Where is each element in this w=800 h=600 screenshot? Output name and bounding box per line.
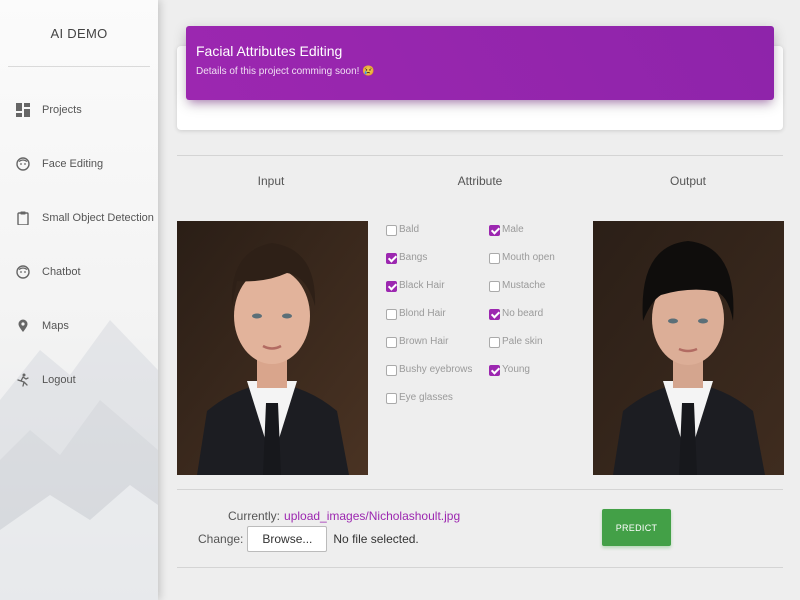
checkbox[interactable] [489, 281, 500, 292]
checkbox[interactable] [489, 225, 500, 236]
sidebar-item-label: Small Object Detection [42, 212, 154, 224]
divider [177, 489, 783, 490]
checkbox[interactable] [386, 253, 397, 264]
checkbox[interactable] [489, 365, 500, 376]
change-file-row: Change: Browse... No file selected. [198, 526, 460, 552]
sidebar-item-label: Face Editing [42, 158, 104, 170]
attribute-label: Bangs [399, 252, 428, 263]
attribute-label: Male [502, 224, 524, 235]
currently-label: Currently: [228, 509, 281, 523]
attribute-label: Young [502, 364, 530, 375]
input-column-heading: Input [257, 174, 285, 188]
checkbox[interactable] [386, 393, 397, 404]
attribute-label: Blond Hair [399, 308, 446, 319]
output-face-image [593, 221, 784, 475]
page-title: Facial Attributes Editing [196, 43, 343, 59]
attribute-list-right: Male Mouth open Mustache No beard Pale s… [489, 224, 555, 392]
attribute-label: Mustache [502, 280, 546, 291]
face-icon [16, 156, 30, 172]
attribute-label: Black Hair [399, 280, 445, 291]
attribute-label: Bald [399, 224, 420, 235]
sidebar-item-label: Maps [42, 320, 69, 332]
checkbox[interactable] [386, 365, 397, 376]
attribute-label: Brown Hair [399, 336, 449, 347]
attribute-black-hair[interactable]: Black Hair [386, 280, 472, 308]
checkbox[interactable] [489, 309, 500, 320]
brand-title[interactable]: AI DEMO [0, 0, 158, 66]
divider [177, 567, 783, 568]
run-icon [16, 372, 30, 388]
card-header: Facial Attributes Editing Details of thi… [186, 26, 774, 100]
attribute-label: Bushy eyebrows [399, 364, 473, 375]
attribute-mustache[interactable]: Mustache [489, 280, 555, 308]
change-label: Change: [198, 532, 244, 546]
attribute-male[interactable]: Male [489, 224, 555, 252]
attribute-blond-hair[interactable]: Blond Hair [386, 308, 472, 336]
checkbox[interactable] [386, 225, 397, 236]
sidebar-item-face-editing[interactable]: Face Editing [0, 137, 158, 191]
attribute-column-heading: Attribute [457, 174, 503, 188]
attribute-label: Mouth open [502, 252, 555, 263]
checkbox[interactable] [386, 281, 397, 292]
map-pin-icon [16, 318, 30, 334]
attribute-bangs[interactable]: Bangs [386, 252, 472, 280]
sad-emoji-icon: 😢 [362, 66, 375, 77]
page-subtitle: Details of this project comming soon! 😢 [196, 66, 764, 77]
sidebar-nav: Projects Face Editing Small Object Detec… [0, 83, 158, 407]
input-face-image [177, 221, 368, 475]
current-file-link[interactable]: upload_images/Nicholashoult.jpg [284, 509, 460, 523]
upload-form: Currently: upload_images/Nicholashoult.j… [198, 507, 460, 552]
attribute-brown-hair[interactable]: Brown Hair [386, 336, 472, 364]
clipboard-icon [16, 210, 30, 226]
sidebar: AI DEMO Projects Face Editing Small Obje… [0, 0, 158, 600]
attribute-bushy-eyebrows[interactable]: Bushy eyebrows [386, 364, 472, 392]
browse-button[interactable]: Browse... [247, 526, 328, 552]
no-file-text: No file selected. [333, 532, 419, 546]
attribute-list-left: Bald Bangs Black Hair Blond Hair Brown H… [386, 224, 472, 420]
divider [177, 155, 783, 156]
attribute-label: Pale skin [502, 336, 543, 347]
checkbox[interactable] [489, 253, 500, 264]
predict-button[interactable]: PREDICT [602, 509, 671, 546]
dashboard-icon [16, 102, 30, 118]
attribute-pale-skin[interactable]: Pale skin [489, 336, 555, 364]
attribute-young[interactable]: Young [489, 364, 555, 392]
sidebar-item-label: Projects [42, 104, 82, 116]
sidebar-item-maps[interactable]: Maps [0, 299, 158, 353]
attribute-mouth-open[interactable]: Mouth open [489, 252, 555, 280]
output-column-heading: Output [669, 174, 707, 188]
attribute-no-beard[interactable]: No beard [489, 308, 555, 336]
sidebar-item-small-object-detection[interactable]: Small Object Detection [0, 191, 158, 245]
checkbox[interactable] [489, 337, 500, 348]
current-file-row: Currently: upload_images/Nicholashoult.j… [228, 507, 460, 525]
sidebar-item-label: Logout [42, 374, 76, 386]
sidebar-item-logout[interactable]: Logout [0, 353, 158, 407]
attribute-label: No beard [502, 308, 544, 319]
main-content: Facial Attributes Editing Details of thi… [158, 0, 800, 600]
sidebar-item-label: Chatbot [42, 266, 81, 278]
brand-divider [8, 66, 150, 67]
sidebar-item-projects[interactable]: Projects [0, 83, 158, 137]
sidebar-item-chatbot[interactable]: Chatbot [0, 245, 158, 299]
checkbox[interactable] [386, 309, 397, 320]
face-icon [16, 264, 30, 280]
attribute-eye-glasses[interactable]: Eye glasses [386, 392, 472, 420]
checkbox[interactable] [386, 337, 397, 348]
attribute-label: Eye glasses [399, 392, 453, 403]
subtitle-text: Details of this project comming soon! [196, 66, 360, 77]
attribute-bald[interactable]: Bald [386, 224, 472, 252]
